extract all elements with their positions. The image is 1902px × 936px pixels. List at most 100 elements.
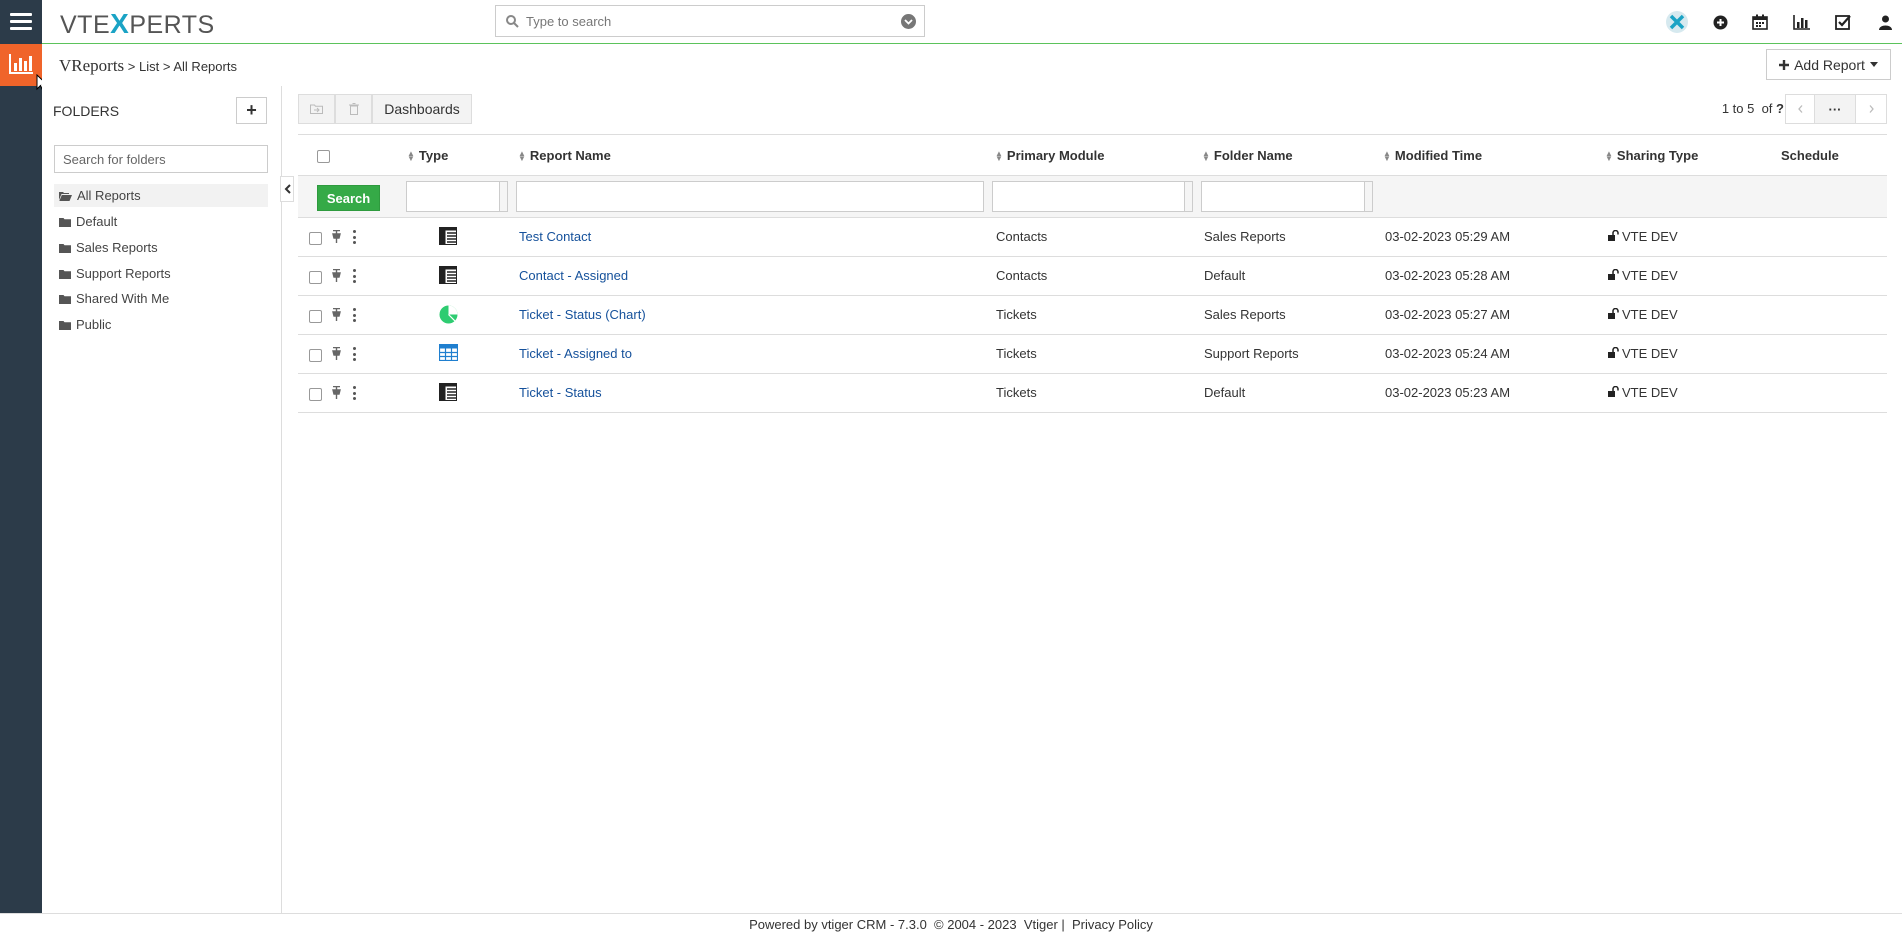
row-checkbox[interactable] bbox=[309, 388, 322, 401]
search-button[interactable]: Search bbox=[317, 185, 380, 211]
column-header-label: Report Name bbox=[529, 148, 611, 163]
row-checkbox[interactable] bbox=[309, 232, 322, 245]
row-actions-menu[interactable] bbox=[353, 230, 356, 244]
report-name-link[interactable]: Test Contact bbox=[519, 229, 591, 244]
folder-name-filter-select[interactable] bbox=[1201, 181, 1373, 212]
global-search bbox=[495, 5, 925, 37]
add-folder-button[interactable]: + bbox=[236, 97, 267, 124]
column-header-primary-module[interactable]: ▲ ▼ Primary Module bbox=[995, 148, 1104, 163]
column-header-report-name[interactable]: ▲ ▼ Report Name bbox=[518, 148, 611, 163]
pin-icon[interactable] bbox=[332, 269, 341, 282]
select-all-checkbox[interactable] bbox=[317, 150, 330, 163]
caret-down-icon bbox=[1869, 62, 1878, 67]
row-checkbox[interactable] bbox=[309, 271, 322, 284]
row-actions-menu[interactable] bbox=[353, 386, 356, 400]
delete-button[interactable] bbox=[335, 94, 372, 124]
report-name-link[interactable]: Contact - Assigned bbox=[519, 268, 628, 283]
footer-text: Powered by vtiger CRM - 7.3.0 © 2004 - 2… bbox=[749, 917, 1153, 932]
user-icon[interactable] bbox=[1873, 10, 1897, 34]
chevron-right-icon bbox=[1869, 105, 1874, 113]
modified-time-cell: 03-02-2023 05:27 AM bbox=[1385, 307, 1511, 322]
footer: Powered by vtiger CRM - 7.3.0 © 2004 - 2… bbox=[0, 913, 1902, 936]
table-row[interactable]: Test Contact Contacts Sales Reports 03-0… bbox=[298, 218, 1887, 257]
menu-icon[interactable] bbox=[0, 0, 42, 44]
sort-icon: ▲ ▼ bbox=[1202, 148, 1210, 163]
reports-chart-icon[interactable] bbox=[1789, 10, 1813, 34]
row-actions-menu[interactable] bbox=[353, 347, 356, 361]
folder-name-cell: Default bbox=[1204, 268, 1246, 283]
folder-item-sales-reports[interactable]: Sales Reports bbox=[54, 236, 268, 259]
calendar-icon[interactable] bbox=[1748, 10, 1772, 34]
modified-time-cell: 03-02-2023 05:28 AM bbox=[1385, 268, 1511, 283]
add-report-button[interactable]: Add Report bbox=[1766, 49, 1891, 80]
sharing-type-cell: VTE DEV bbox=[1622, 385, 1678, 400]
sharing-type-cell: VTE DEV bbox=[1622, 307, 1678, 322]
breadcrumb-separator: > bbox=[127, 59, 136, 74]
table-row[interactable]: Ticket - Assigned to Tickets Support Rep… bbox=[298, 335, 1887, 374]
folders-panel: FOLDERS + All Reports Default Sales Repo… bbox=[42, 86, 282, 914]
column-header-label: Schedule bbox=[1781, 148, 1839, 163]
unlock-icon bbox=[1608, 230, 1619, 241]
breadcrumb-app[interactable]: VReports bbox=[59, 56, 124, 75]
folder-search-input[interactable] bbox=[54, 145, 268, 173]
row-checkbox[interactable] bbox=[309, 310, 322, 323]
report-name-link[interactable]: Ticket - Status bbox=[519, 385, 602, 400]
row-actions-menu[interactable] bbox=[353, 308, 356, 322]
column-header-folder-name[interactable]: ▲ ▼ Folder Name bbox=[1202, 148, 1293, 163]
trash-icon bbox=[348, 103, 359, 115]
tabular-report-icon bbox=[439, 266, 457, 284]
tabular-report-icon bbox=[439, 383, 457, 401]
unlock-icon bbox=[1608, 347, 1619, 358]
collapse-panel-toggle[interactable] bbox=[280, 176, 294, 202]
sort-icon: ▲ ▼ bbox=[407, 148, 415, 163]
folder-item-public[interactable]: Public bbox=[54, 313, 268, 336]
tasks-check-icon[interactable] bbox=[1831, 10, 1855, 34]
modified-time-cell: 03-02-2023 05:23 AM bbox=[1385, 385, 1511, 400]
folder-icon bbox=[59, 269, 71, 279]
move-folder-button[interactable] bbox=[298, 94, 335, 124]
report-name-filter-input[interactable] bbox=[516, 181, 984, 212]
global-search-input[interactable] bbox=[526, 10, 886, 32]
pin-icon[interactable] bbox=[332, 386, 341, 399]
table-row[interactable]: Contact - Assigned Contacts Default 03-0… bbox=[298, 257, 1887, 296]
add-circle-icon[interactable] bbox=[1708, 10, 1732, 34]
pin-icon[interactable] bbox=[332, 347, 341, 360]
next-page-button[interactable] bbox=[1856, 94, 1887, 124]
column-header-label: Sharing Type bbox=[1616, 148, 1699, 163]
dashboards-button[interactable]: Dashboards bbox=[372, 94, 472, 124]
folder-item-default[interactable]: Default bbox=[54, 210, 268, 233]
sort-icon: ▲ ▼ bbox=[995, 148, 1003, 163]
folder-icon bbox=[59, 320, 71, 330]
folder-item-shared-with-me[interactable]: Shared With Me bbox=[54, 287, 268, 310]
report-name-link[interactable]: Ticket - Status (Chart) bbox=[519, 307, 646, 322]
report-name-link[interactable]: Ticket - Assigned to bbox=[519, 346, 632, 361]
type-filter-select[interactable] bbox=[406, 181, 508, 212]
folder-label: Sales Reports bbox=[76, 240, 158, 255]
breadcrumb-list[interactable]: List bbox=[139, 59, 159, 74]
column-header-sharing-type[interactable]: ▲ ▼ Sharing Type bbox=[1605, 148, 1698, 163]
more-options-button[interactable]: ··· bbox=[1814, 94, 1856, 124]
column-header-label: Folder Name bbox=[1213, 148, 1293, 163]
primary-module-filter-select[interactable] bbox=[992, 181, 1193, 212]
pin-icon[interactable] bbox=[332, 230, 341, 243]
table-row[interactable]: Ticket - Status (Chart) Tickets Sales Re… bbox=[298, 296, 1887, 335]
row-checkbox[interactable] bbox=[309, 349, 322, 362]
vtexperts-x-icon[interactable] bbox=[1665, 10, 1689, 34]
folder-item-support-reports[interactable]: Support Reports bbox=[54, 262, 268, 285]
column-header-modified-time[interactable]: ▲ ▼ Modified Time bbox=[1383, 148, 1482, 163]
breadcrumb-bar: VReports > List > All Reports Add Report bbox=[42, 44, 1902, 86]
prev-page-button[interactable] bbox=[1785, 94, 1814, 124]
unlock-icon bbox=[1608, 386, 1619, 397]
page-total[interactable]: ? bbox=[1776, 101, 1784, 116]
sharing-type-cell: VTE DEV bbox=[1622, 229, 1678, 244]
table-row[interactable]: Ticket - Status Tickets Default 03-02-20… bbox=[298, 374, 1887, 413]
unlock-icon bbox=[1608, 269, 1619, 280]
breadcrumb-current: All Reports bbox=[173, 59, 237, 74]
pin-icon[interactable] bbox=[332, 308, 341, 321]
app-sidebar bbox=[0, 44, 42, 914]
vtexperts-logo[interactable]: VTEXPERTS bbox=[60, 8, 215, 40]
folder-item-all-reports[interactable]: All Reports bbox=[54, 184, 268, 207]
chevron-down-icon[interactable] bbox=[901, 14, 916, 29]
row-actions-menu[interactable] bbox=[353, 269, 356, 283]
column-header-type[interactable]: ▲ ▼ Type bbox=[407, 148, 448, 163]
